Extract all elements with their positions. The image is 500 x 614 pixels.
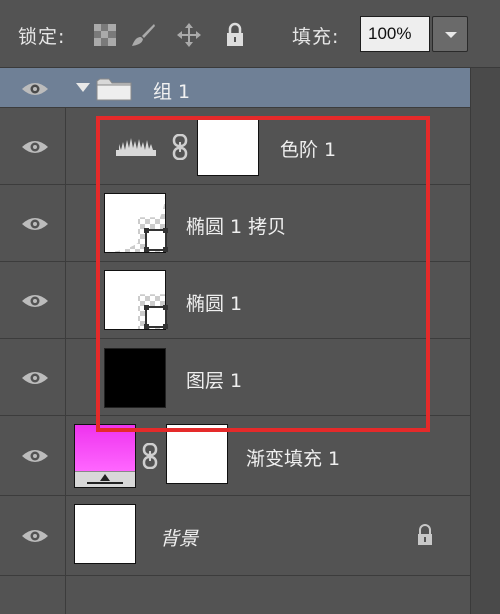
layer-row-levels[interactable]: 色阶 1	[0, 108, 470, 185]
layer-row-gradient-fill[interactable]: 渐变填充 1	[0, 416, 470, 496]
eye-icon[interactable]	[20, 292, 50, 310]
layer-thumbnail[interactable]	[74, 504, 136, 564]
vector-shape-badge-icon	[144, 228, 168, 252]
layer-row-ellipse-copy[interactable]: 椭圆 1 拷贝	[0, 185, 470, 262]
folder-icon	[96, 78, 132, 101]
layer-row-ellipse[interactable]: 椭圆 1	[0, 262, 470, 339]
layer-thumbnail[interactable]	[104, 348, 166, 408]
scrollbar[interactable]	[470, 68, 500, 614]
layer-name: 椭圆 1 拷贝	[186, 216, 287, 238]
layers-panel: 组 1 色阶 1 椭圆 1 拷贝 椭圆 1 图层 1 渐变填充 1 背景	[0, 68, 500, 614]
gradient-fill-thumbnail[interactable]	[74, 424, 136, 488]
lock-label: 锁定:	[18, 26, 66, 48]
layer-name: 椭圆 1	[186, 293, 243, 315]
chain-link-icon[interactable]	[172, 134, 188, 160]
levels-histogram-icon	[116, 138, 156, 156]
eye-icon[interactable]	[20, 138, 50, 156]
layer-row-layer1[interactable]: 图层 1	[0, 339, 470, 416]
layer-name: 图层 1	[186, 370, 243, 392]
lock-transparent-pixels-icon[interactable]	[92, 22, 118, 48]
gradient-fill-indicator-icon	[75, 471, 135, 487]
expand-arrow-icon[interactable]	[76, 83, 90, 92]
fill-label: 填充:	[292, 26, 340, 48]
layer-name: 色阶 1	[280, 139, 337, 161]
eye-icon[interactable]	[20, 80, 50, 98]
layer-row-group[interactable]: 组 1	[0, 68, 470, 108]
eye-icon[interactable]	[20, 447, 50, 465]
gradient-swatch	[75, 425, 135, 471]
eye-icon[interactable]	[20, 369, 50, 387]
lock-position-icon[interactable]	[176, 22, 202, 48]
vector-shape-badge-icon	[144, 305, 168, 329]
chevron-down-icon	[445, 32, 457, 38]
lock-image-pixels-icon[interactable]	[130, 22, 156, 48]
layer-mask-thumbnail[interactable]	[197, 116, 259, 176]
fill-dropdown-button[interactable]	[432, 16, 468, 52]
layer-row-background[interactable]: 背景	[0, 496, 470, 576]
fill-opacity-input[interactable]: 100%	[360, 16, 430, 52]
layer-name: 渐变填充 1	[246, 448, 341, 470]
eye-icon[interactable]	[20, 215, 50, 233]
lock-icon	[418, 524, 432, 545]
layers-lock-toolbar: 锁定: 填充: 100%	[0, 0, 500, 68]
layer-name: 背景	[160, 528, 199, 550]
eye-icon[interactable]	[20, 527, 50, 545]
layer-name: 组 1	[153, 81, 191, 103]
chain-link-icon[interactable]	[142, 443, 158, 469]
layer-mask-thumbnail[interactable]	[166, 424, 228, 484]
lock-all-icon[interactable]	[222, 22, 248, 48]
